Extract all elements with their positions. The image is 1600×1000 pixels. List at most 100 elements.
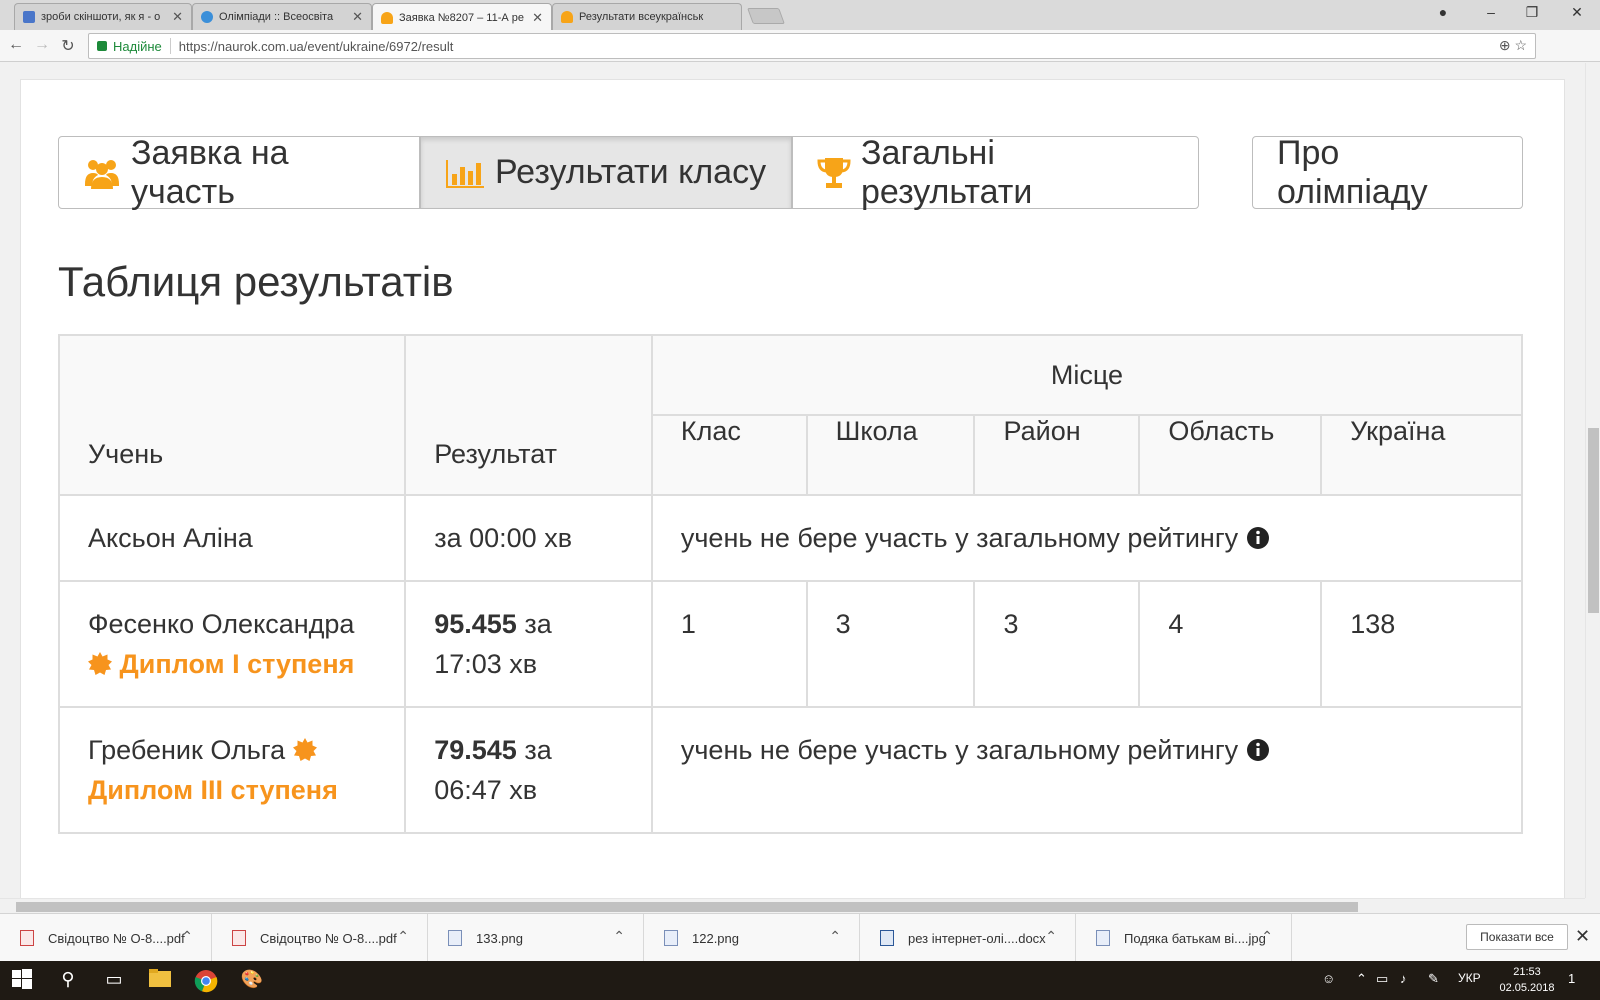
info-icon[interactable] [1246,521,1270,549]
file-explorer-icon[interactable] [148,969,172,993]
download-item[interactable]: Свідоцтво № О-8....pdf ⌃ [212,914,428,962]
info-icon[interactable] [1246,733,1270,761]
tab-close-icon[interactable]: ✕ [352,9,363,25]
paint-icon[interactable]: 🎨 [240,969,264,993]
chevron-up-icon[interactable]: ⌃ [829,928,841,945]
volume-icon[interactable]: ♪ [1400,971,1407,986]
users-icon [83,156,121,190]
address-bar[interactable]: Надійне https://naurok.com.ua/event/ukra… [88,33,1536,59]
application-button[interactable]: Заявка на участь [58,133,420,211]
vertical-scrollbar[interactable] [1585,63,1600,898]
clock-time: 21:53 [1513,966,1541,978]
task-view-icon[interactable]: ▭ [102,969,126,993]
result-time: 17:03 хв [434,649,538,679]
window-close-icon[interactable]: ✕ [1562,4,1592,21]
image-file-icon [1096,930,1110,946]
chevron-up-icon[interactable]: ⌃ [1261,928,1273,945]
time-prefix: за [524,735,552,765]
application-button-label: Заявка на участь [131,133,289,211]
profile-icon[interactable]: ● [1428,4,1458,20]
chevron-up-icon[interactable]: ⌃ [1045,928,1057,945]
windows-start-icon[interactable] [10,969,34,993]
browser-tab-4[interactable]: Результати всеукраїнськ [552,3,742,30]
people-icon[interactable]: ☺ [1322,971,1335,986]
rating-note: учень не бере участь у загальному рейтин… [680,735,1239,765]
restore-icon[interactable]: ❐ [1517,4,1547,21]
tab-close-icon[interactable]: ✕ [532,10,543,26]
horizontal-scrollbar[interactable] [0,898,1585,913]
badge-icon [88,647,112,675]
download-item[interactable]: 133.png ⌃ [428,914,644,962]
network-icon[interactable]: ▭ [1376,971,1388,987]
secure-label: Надійне [113,38,162,54]
tab-close-icon[interactable]: ✕ [172,9,183,25]
download-item[interactable]: 122.png ⌃ [644,914,860,962]
show-all-downloads-button[interactable]: Показати все [1466,924,1568,950]
student-name: Фесенко Олександра [88,609,355,639]
vertical-scrollbar-thumb[interactable] [1588,428,1599,613]
badge-icon [292,733,317,761]
back-arrow-icon[interactable]: ← [6,36,26,54]
download-file-name: Подяка батькам ві....jpg [1124,930,1266,946]
tab-label: зроби скіншоти, як я - о [41,11,161,23]
result-cell: 95.455 за 17:03 хв [404,580,653,708]
system-clock[interactable]: 21:53 02.05.2018 [1492,964,1562,996]
browser-toolbar: ← → ↻ Надійне https://naurok.com.ua/even… [0,30,1600,85]
bar-chart-icon [445,158,485,188]
rating-note-cell: учень не бере участь у загальному рейтин… [650,494,1524,582]
class-results-button-label: Результати класу [495,153,767,191]
new-tab-button[interactable] [747,8,785,24]
overall-results-button[interactable]: Загальні результати [792,134,1199,211]
chevron-up-icon[interactable]: ⌃ [181,928,193,945]
minimize-icon[interactable]: – [1476,4,1506,20]
trophy-icon [817,156,851,190]
tray-chevron-icon[interactable]: ⌃ [1356,971,1367,987]
download-item[interactable]: Подяка батькам ві....jpg ⌃ [1076,914,1292,962]
download-file-name: 133.png [476,930,523,946]
download-item[interactable]: Свідоцтво № О-8....pdf ⌃ [0,914,212,962]
table-row: Фесенко Олександра Диплом І ступеня 95.4… [57,580,1523,708]
time-prefix: за [524,609,552,639]
region-place: 4 [1138,580,1323,708]
pdf-file-icon [20,930,34,946]
results-table-title: Таблиця результатів [58,258,454,305]
image-file-icon [448,930,462,946]
download-file-name: Свідоцтво № О-8....pdf [48,930,185,946]
forward-arrow-icon[interactable]: → [32,36,52,54]
ukraine-place: 138 [1320,580,1523,708]
browser-tab-strip: зроби скіншоти, як я - о ✕ Олімпіади :: … [0,0,1600,31]
district-place: 3 [973,580,1141,708]
download-file-name: рез інтернет-олі....docx [908,930,1046,946]
pen-icon[interactable]: ✎ [1428,971,1439,987]
class-results-button[interactable]: Результати класу [420,136,792,209]
student-name-line: Гребеник Ольга [88,730,376,770]
download-item[interactable]: рез інтернет-олі....docx ⌃ [860,914,1076,962]
browser-tab-1[interactable]: зроби скіншоти, як я - о ✕ [14,3,192,30]
search-icon[interactable]: ⚲ [56,969,80,993]
notifications-icon[interactable]: 1 [1568,971,1575,986]
zoom-and-bookmark-icons[interactable]: ⊕ ☆ [1499,37,1527,54]
downloads-close-icon[interactable]: ✕ [1575,926,1590,947]
document-favicon-icon [23,11,35,23]
chrome-icon[interactable] [194,969,218,993]
score-value: 79.545 [434,735,517,765]
word-file-icon [880,930,894,946]
chevron-up-icon[interactable]: ⌃ [397,928,409,945]
tab-label: Результати всеукраїнськ [579,11,704,23]
windows-taskbar: ⚲ ▭ 🎨 ☺ ⌃ ▭ ♪ ✎ УКР 21:53 02.05.2018 1 [0,961,1600,1000]
region-place-header: Область [1138,414,1323,496]
chevron-up-icon[interactable]: ⌃ [613,928,625,945]
reload-icon[interactable]: ↻ [58,36,78,56]
student-cell: Фесенко Олександра Диплом І ступеня [57,580,407,708]
result-time: 06:47 хв [434,775,538,805]
language-indicator[interactable]: УКР [1458,971,1481,985]
about-olympiad-button[interactable]: Про олімпіаду [1252,134,1523,211]
browser-tab-3-active[interactable]: Заявка №8207 – 11-А ре ✕ [372,3,552,31]
rating-note-cell: учень не бере участь у загальному рейтин… [650,706,1524,834]
browser-tab-2[interactable]: Олімпіади :: Всеосвіта ✕ [192,3,372,30]
tab-label: Заявка №8207 – 11-А ре [399,11,525,24]
diploma-label: Диплом І ступеня [119,649,355,679]
horizontal-scrollbar-thumb[interactable] [16,902,1358,912]
class-place: 1 [650,580,808,708]
url-text[interactable]: https://naurok.com.ua/event/ukraine/6972… [179,39,454,54]
